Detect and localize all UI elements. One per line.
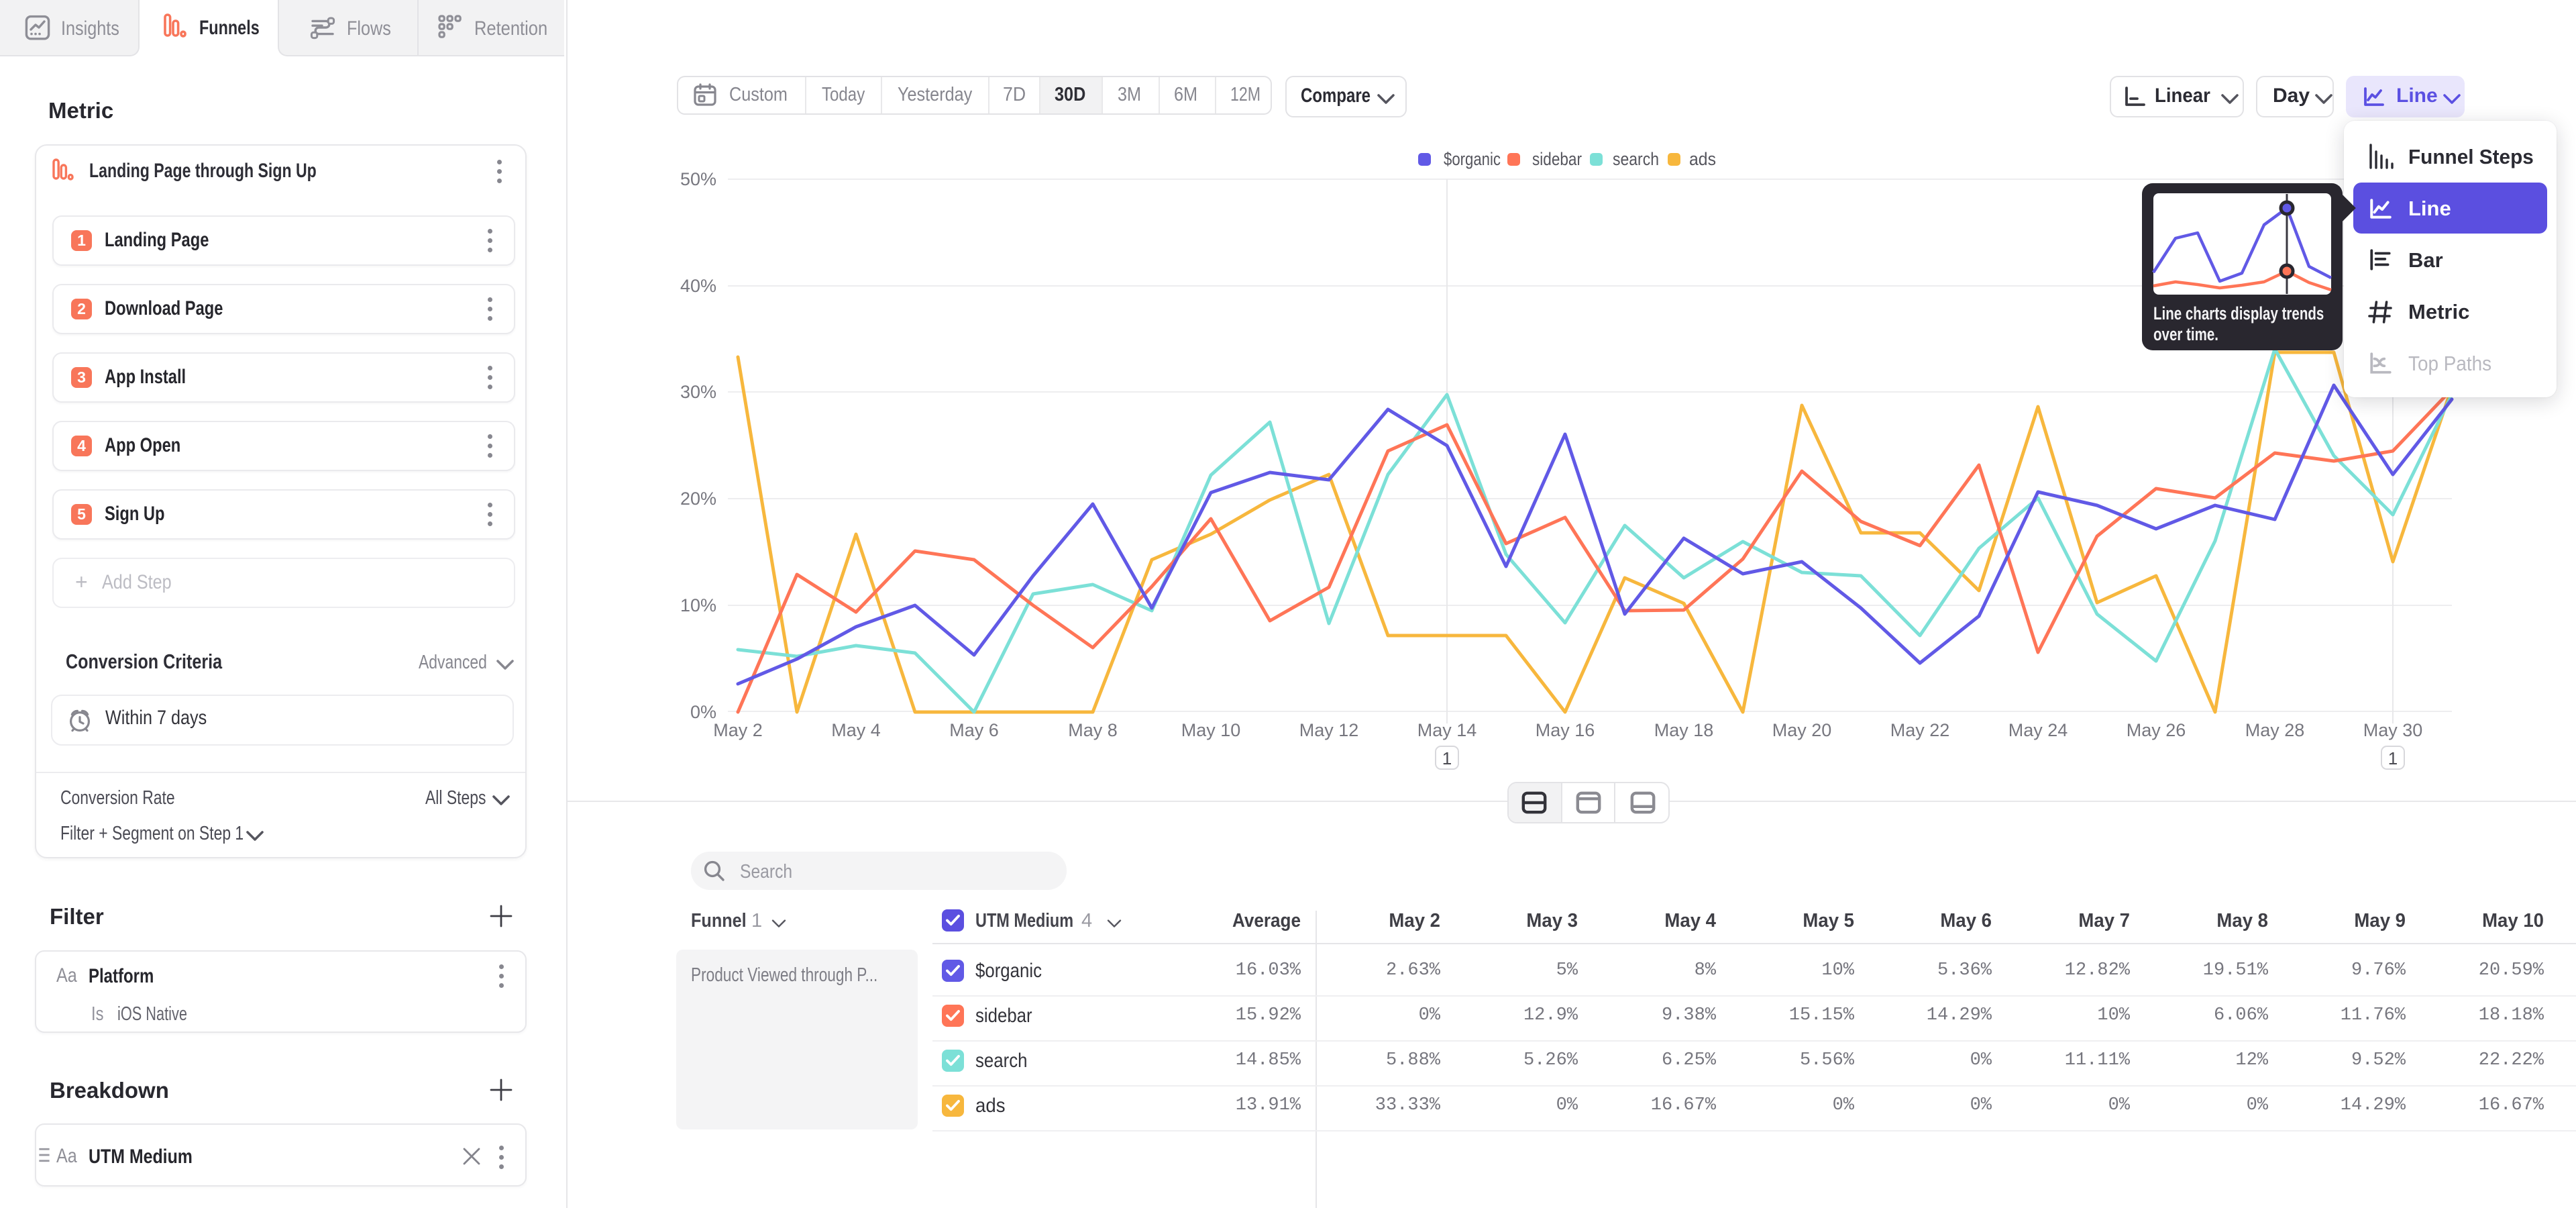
svg-text:May 12: May 12 bbox=[1299, 720, 1359, 740]
svg-text:May 8: May 8 bbox=[1068, 720, 1118, 740]
svg-text:$organic: $organic bbox=[1444, 149, 1501, 169]
svg-text:May 16: May 16 bbox=[1536, 720, 1595, 740]
svg-text:May 30: May 30 bbox=[2363, 720, 2423, 740]
svg-text:20%: 20% bbox=[680, 489, 716, 509]
svg-text:May 14: May 14 bbox=[1417, 720, 1477, 740]
svg-text:search: search bbox=[1613, 149, 1659, 169]
svg-text:0%: 0% bbox=[690, 702, 716, 722]
svg-text:40%: 40% bbox=[680, 276, 716, 296]
svg-text:May 4: May 4 bbox=[831, 720, 881, 740]
svg-text:May 26: May 26 bbox=[2127, 720, 2186, 740]
svg-text:10%: 10% bbox=[680, 595, 716, 615]
svg-text:May 28: May 28 bbox=[2245, 720, 2305, 740]
svg-text:May 20: May 20 bbox=[1772, 720, 1832, 740]
svg-text:30%: 30% bbox=[680, 382, 716, 402]
svg-text:May 22: May 22 bbox=[1890, 720, 1950, 740]
svg-text:May 6: May 6 bbox=[949, 720, 999, 740]
svg-text:50%: 50% bbox=[680, 169, 716, 189]
svg-text:sidebar: sidebar bbox=[1532, 149, 1582, 169]
svg-text:May 24: May 24 bbox=[2008, 720, 2068, 740]
svg-text:May 10: May 10 bbox=[1181, 720, 1241, 740]
svg-text:ads: ads bbox=[1689, 149, 1716, 169]
svg-text:May 2: May 2 bbox=[713, 720, 763, 740]
svg-text:May 18: May 18 bbox=[1654, 720, 1714, 740]
